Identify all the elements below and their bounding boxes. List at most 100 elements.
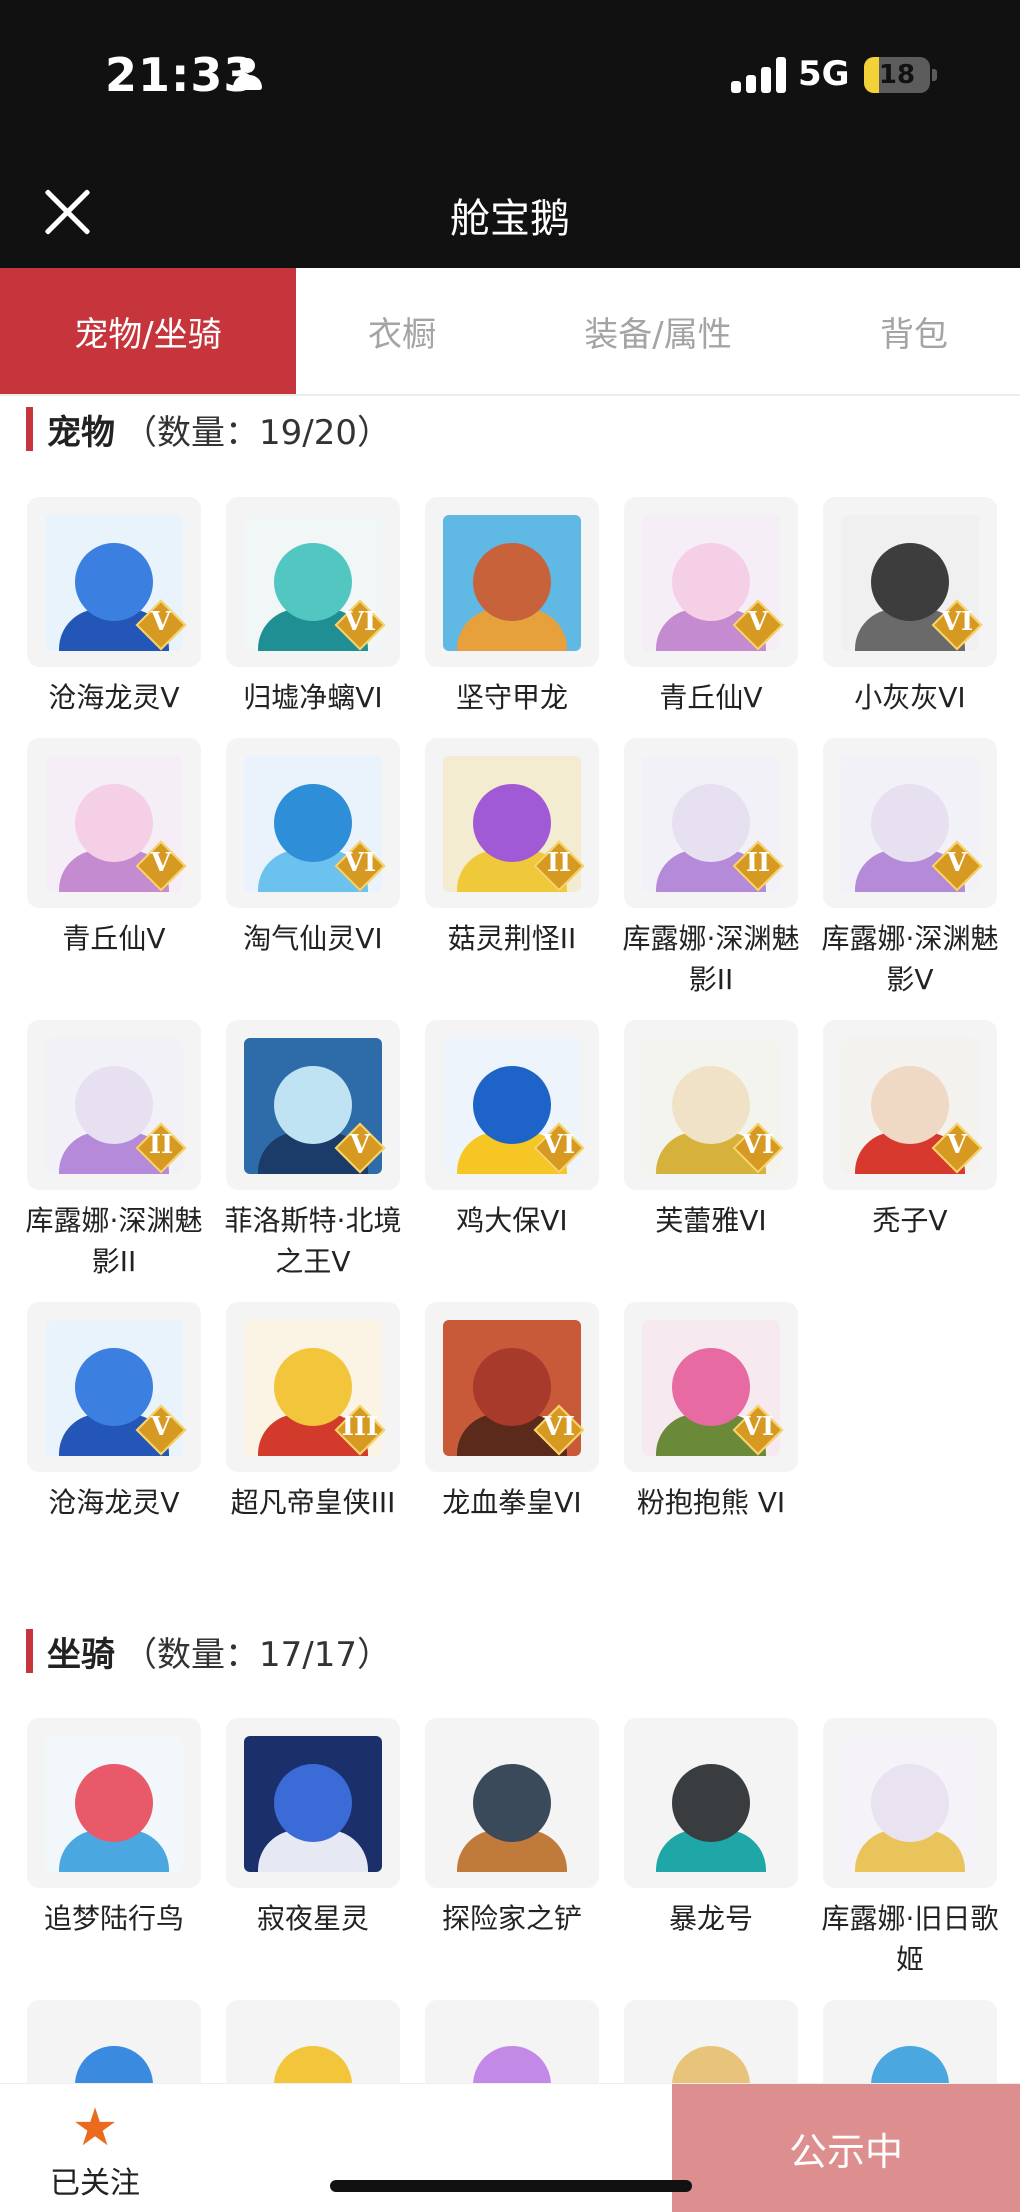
- pet-card[interactable]: V 青丘仙V: [27, 738, 201, 959]
- pet-card-image: VI: [624, 1020, 798, 1190]
- pet-card-image: III: [226, 1302, 400, 1472]
- pet-card[interactable]: V 秃子V: [823, 1020, 997, 1241]
- pet-card[interactable]: V 沧海龙灵V: [27, 1302, 201, 1523]
- mounts-section-count: （数量：17/17）: [123, 1634, 391, 1675]
- pet-card[interactable]: 坚守甲龙: [425, 497, 599, 718]
- mounts-section-title: 坐骑: [47, 1634, 115, 1675]
- pet-card[interactable]: II 库露娜·深渊魅影II: [26, 1020, 202, 1282]
- home-indicator: [330, 2180, 692, 2192]
- pet-card[interactable]: V 沧海龙灵V: [27, 497, 201, 718]
- pet-card[interactable]: VI 淘气仙灵VI: [226, 738, 400, 959]
- pet-card-name: 坚守甲龙: [455, 681, 568, 714]
- publish-status-button[interactable]: 公示中: [672, 2084, 1020, 2212]
- tab-pets-mounts[interactable]: 宠物/坐骑: [0, 268, 296, 394]
- tier-badge-icon: V: [135, 599, 187, 651]
- pet-card-name: 超凡帝皇侠III: [230, 1486, 396, 1519]
- mount-card-name: 寂夜星灵: [256, 1902, 369, 1935]
- pet-card-image: VI: [425, 1302, 599, 1472]
- pet-card[interactable]: VI 龙血拳皇VI: [425, 1302, 599, 1523]
- mount-card-image: [27, 1718, 201, 1888]
- pet-card-name: 龙血拳皇VI: [442, 1486, 582, 1519]
- page-title: 舱宝鹅: [450, 196, 570, 242]
- pet-card-image: VI: [624, 1302, 798, 1472]
- status-bar: 21:33 5G 18: [0, 0, 1020, 160]
- pet-card[interactable]: II 库露娜·深渊魅影II: [623, 738, 799, 1000]
- mount-card[interactable]: 寂夜星灵: [226, 1718, 400, 1939]
- pet-card-image: V: [27, 497, 201, 667]
- tier-badge-icon: II: [135, 1122, 187, 1174]
- pet-card[interactable]: VI 小灰灰VI: [823, 497, 997, 718]
- pet-card-image: II: [425, 738, 599, 908]
- mount-card-name: 追梦陆行鸟: [43, 1902, 184, 1935]
- pet-card[interactable]: VI 芙蕾雅VI: [624, 1020, 798, 1241]
- battery-tip: [932, 69, 937, 81]
- pet-card-name: 芙蕾雅VI: [655, 1204, 767, 1237]
- mount-card-image: [823, 1718, 997, 1888]
- section-marker: [26, 1629, 33, 1673]
- pet-card[interactable]: III 超凡帝皇侠III: [226, 1302, 400, 1523]
- mount-card-image: [624, 1718, 798, 1888]
- pet-card[interactable]: V 库露娜·深渊魅影V: [822, 738, 998, 1000]
- pet-card[interactable]: VI 归墟净螭VI: [226, 497, 400, 718]
- mount-card-name: 探险家之铲: [441, 1902, 582, 1935]
- tier-badge-icon: VI: [334, 840, 386, 892]
- pet-card-name: 归墟净螭VI: [243, 681, 383, 714]
- pet-card-name: 沧海龙灵V: [48, 1486, 180, 1519]
- pet-card[interactable]: VI 粉抱抱熊 VI: [624, 1302, 798, 1523]
- follow-button[interactable]: ★ 已关注: [40, 2102, 150, 2202]
- tier-badge-icon: V: [732, 599, 784, 651]
- tier-badge-icon: V: [135, 840, 187, 892]
- pet-card-name: 青丘仙V: [659, 681, 763, 714]
- star-icon: ★: [71, 2098, 119, 2158]
- tab-equipment[interactable]: 装备/属性: [508, 268, 808, 394]
- pet-card-name: 库露娜·深渊魅影II: [622, 922, 800, 996]
- tier-badge-icon: VI: [732, 1404, 784, 1456]
- pet-card-name: 小灰灰VI: [854, 681, 966, 714]
- section-marker: [26, 407, 33, 451]
- mounts-section-header: 坐骑 （数量：17/17）: [26, 1624, 391, 1678]
- pet-card[interactable]: V 菲洛斯特·北境之王V: [225, 1020, 401, 1282]
- tier-badge-icon: V: [334, 1122, 386, 1174]
- mount-card-name: 暴龙号: [668, 1902, 753, 1935]
- mount-card[interactable]: 追梦陆行鸟: [27, 1718, 201, 1939]
- pet-card-name: 菲洛斯特·北境之王V: [224, 1204, 402, 1278]
- pet-card-name: 沧海龙灵V: [48, 681, 180, 714]
- mount-card[interactable]: 暴龙号: [624, 1718, 798, 1939]
- pet-card-image: VI: [226, 738, 400, 908]
- pet-card-name: 鸡大保VI: [456, 1204, 568, 1237]
- tab-wardrobe[interactable]: 衣橱: [296, 268, 508, 394]
- signal-icon: [731, 57, 787, 93]
- pet-card-image: II: [27, 1020, 201, 1190]
- pet-card-image: II: [624, 738, 798, 908]
- battery-icon: 18: [864, 57, 930, 93]
- pet-card-name: 库露娜·深渊魅影II: [25, 1204, 203, 1278]
- pet-card-image: V: [27, 1302, 201, 1472]
- pet-card-name: 粉抱抱熊 VI: [636, 1486, 786, 1519]
- pet-card[interactable]: II 菇灵荆怪II: [425, 738, 599, 959]
- nav-bar: 舱宝鹅: [0, 160, 1020, 268]
- tier-badge-icon: VI: [334, 599, 386, 651]
- pet-card-image: V: [624, 497, 798, 667]
- pet-card-name: 库露娜·深渊魅影V: [821, 922, 999, 996]
- mount-card[interactable]: 库露娜·旧日歌姬: [822, 1718, 998, 1980]
- mount-card-name: 库露娜·旧日歌姬: [821, 1902, 999, 1976]
- pet-card-image: VI: [823, 497, 997, 667]
- tier-badge-icon: VI: [533, 1122, 585, 1174]
- pet-card-name: 青丘仙V: [62, 922, 166, 955]
- tier-badge-icon: V: [135, 1404, 187, 1456]
- battery-level: 18: [878, 60, 916, 90]
- pet-card[interactable]: VI 鸡大保VI: [425, 1020, 599, 1241]
- follow-label: 已关注: [50, 2166, 140, 2201]
- pet-card-name: 菇灵荆怪II: [447, 922, 577, 955]
- pet-card[interactable]: V 青丘仙V: [624, 497, 798, 718]
- mount-card[interactable]: 探险家之铲: [425, 1718, 599, 1939]
- tier-badge-icon: III: [334, 1404, 386, 1456]
- pet-card-image: V: [823, 738, 997, 908]
- pet-card-image: VI: [425, 1020, 599, 1190]
- pet-card-image: V: [226, 1020, 400, 1190]
- tab-backpack[interactable]: 背包: [808, 268, 1020, 394]
- pets-section-count: （数量：19/20）: [123, 412, 391, 453]
- tier-badge-icon: II: [533, 840, 585, 892]
- pet-card-image: [425, 497, 599, 667]
- tier-badge-icon: V: [931, 1122, 983, 1174]
